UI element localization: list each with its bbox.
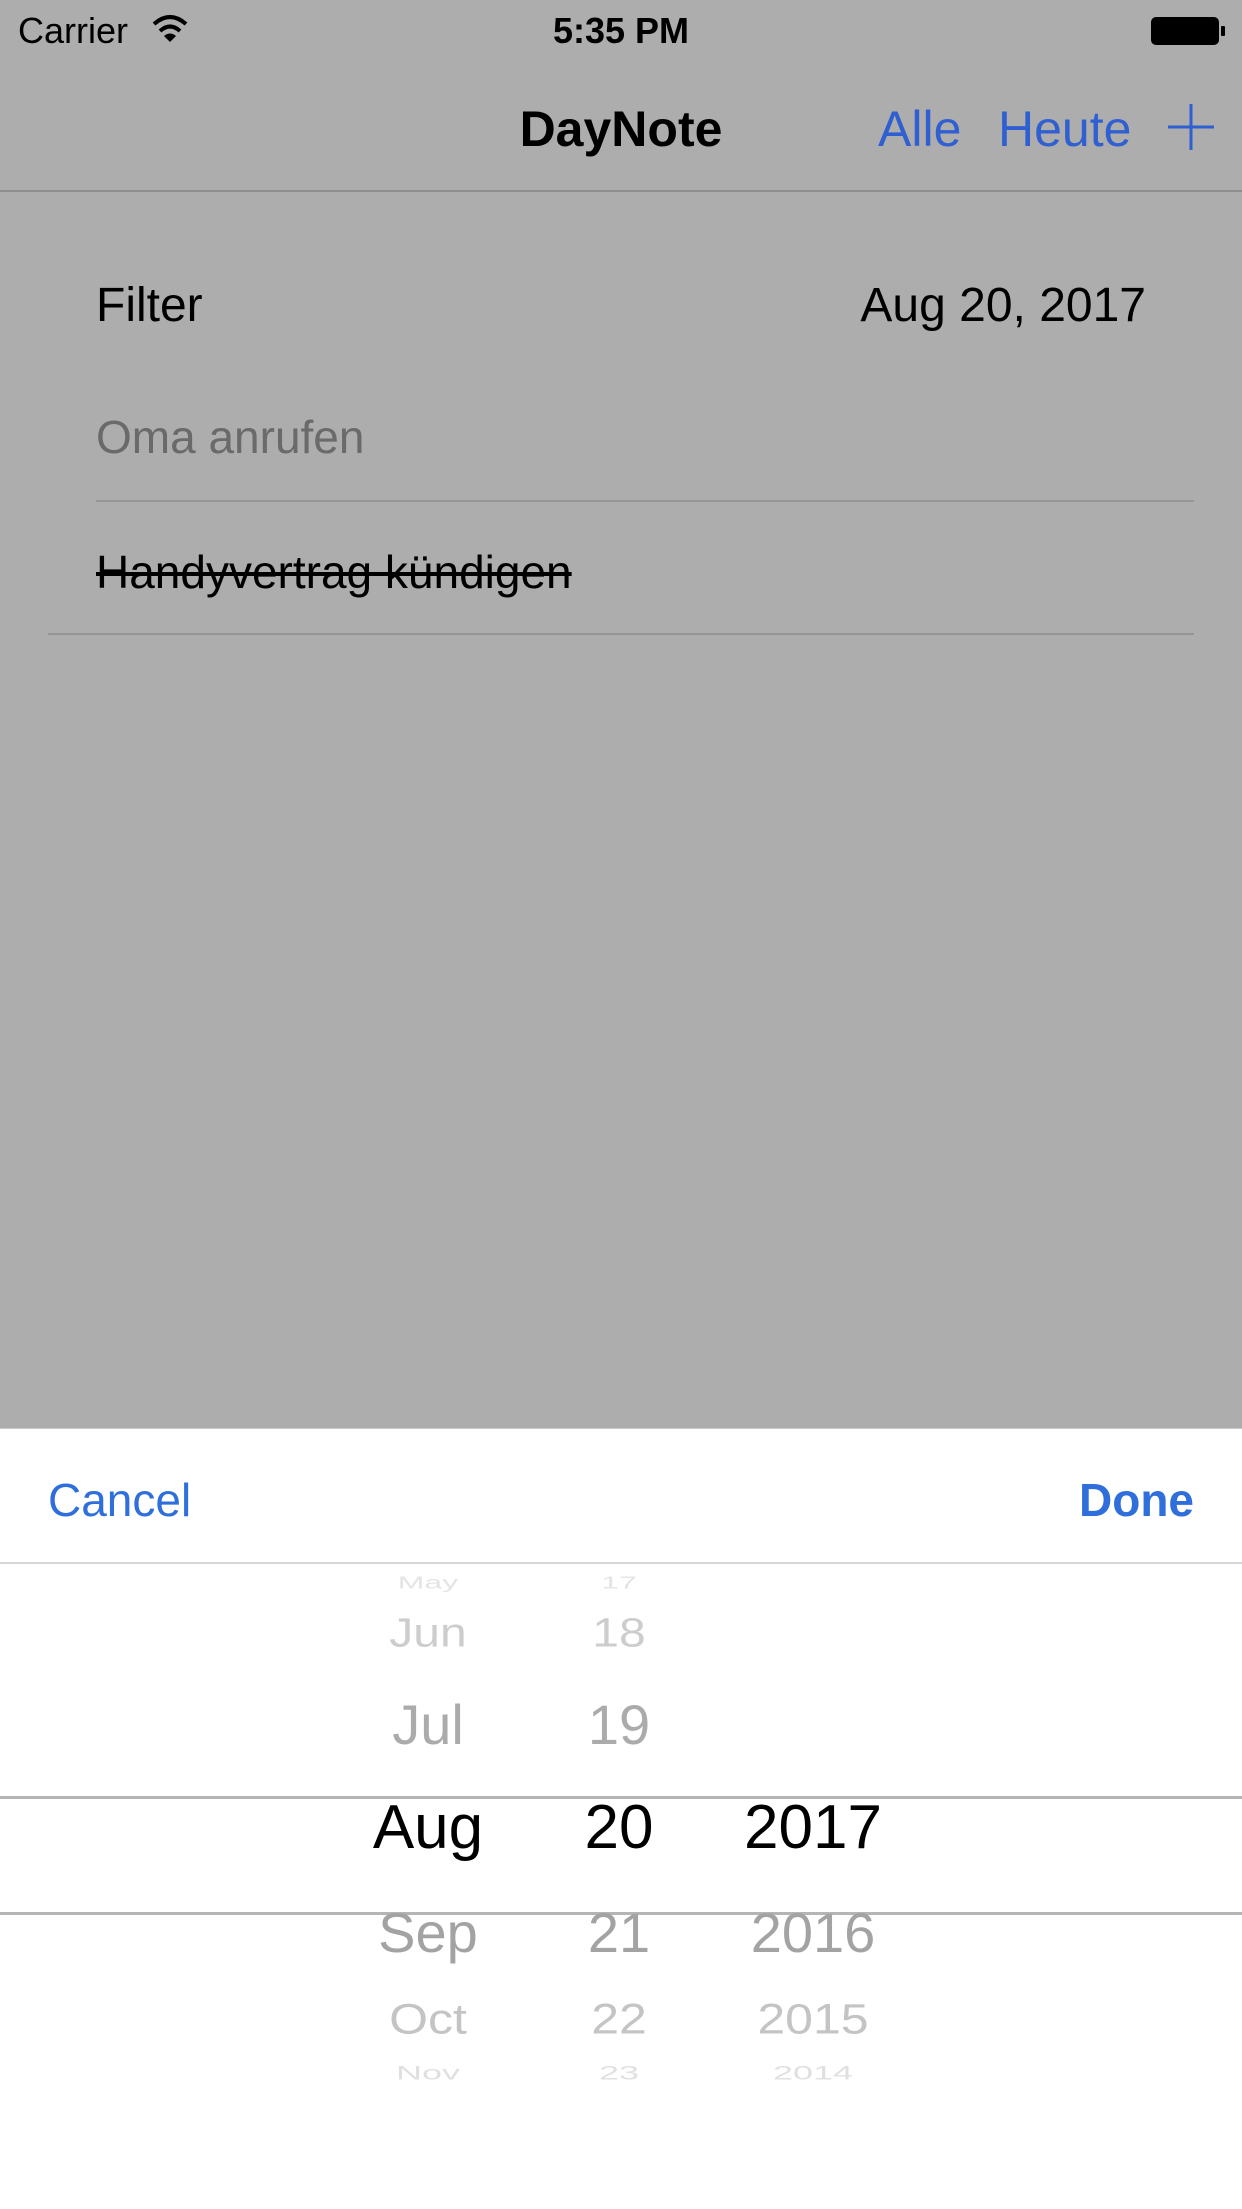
year-wheel[interactable]: 2017 2016 2015 2014 bbox=[703, 1562, 923, 2202]
list-item[interactable]: Handyvertrag kündigen bbox=[96, 545, 572, 599]
cancel-button[interactable]: Cancel bbox=[48, 1473, 191, 1527]
picker-selected-month[interactable]: Aug bbox=[318, 1792, 538, 1863]
picker-option[interactable]: 2016 bbox=[703, 1900, 923, 1965]
picker-option[interactable]: Nov bbox=[318, 2061, 538, 2084]
picker-option[interactable]: 17 bbox=[509, 1572, 729, 1592]
picker-option[interactable]: May bbox=[318, 1572, 538, 1592]
picker-selected-day[interactable]: 20 bbox=[509, 1792, 729, 1863]
picker-option[interactable]: 23 bbox=[509, 2061, 729, 2084]
list-item[interactable]: Oma anrufen bbox=[96, 410, 364, 464]
plus-icon[interactable] bbox=[1166, 102, 1216, 152]
status-bar: Carrier 5:35 PM bbox=[0, 0, 1242, 60]
picker-option[interactable]: Sep bbox=[318, 1900, 538, 1965]
picker-option[interactable]: Oct bbox=[318, 1994, 538, 2043]
picker-selected-year[interactable]: 2017 bbox=[703, 1792, 923, 1863]
month-wheel[interactable]: May Jun Jul Aug Sep Oct Nov bbox=[318, 1562, 538, 2202]
battery-icon bbox=[1151, 17, 1225, 45]
picker-option[interactable]: Jun bbox=[318, 1610, 538, 1657]
picker-option[interactable]: 18 bbox=[509, 1610, 729, 1657]
date-picker-sheet: Cancel Done May Jun Jul Aug Sep Oct Nov … bbox=[0, 1428, 1242, 2209]
heute-button[interactable]: Heute bbox=[998, 100, 1131, 158]
done-button[interactable]: Done bbox=[1079, 1473, 1194, 1527]
status-time: 5:35 PM bbox=[552, 10, 690, 51]
picker-option[interactable]: 19 bbox=[509, 1692, 729, 1757]
picker-option[interactable]: 2015 bbox=[703, 1994, 923, 2043]
picker-option[interactable]: 21 bbox=[509, 1900, 729, 1965]
divider bbox=[48, 633, 1194, 635]
divider bbox=[96, 500, 1194, 502]
day-wheel[interactable]: 17 18 19 20 21 22 23 bbox=[509, 1562, 729, 2202]
filter-label: Filter bbox=[96, 279, 203, 332]
navigation-bar: DayNote Alle Heute bbox=[0, 60, 1242, 192]
picker-option[interactable]: Jul bbox=[318, 1692, 538, 1757]
picker-toolbar: Cancel Done bbox=[0, 1429, 1242, 1564]
picker-option[interactable]: 22 bbox=[509, 1994, 729, 2043]
picker-option[interactable]: 2014 bbox=[703, 2061, 923, 2084]
filter-date-value[interactable]: Aug 20, 2017 bbox=[860, 278, 1146, 333]
alle-button[interactable]: Alle bbox=[878, 100, 961, 158]
